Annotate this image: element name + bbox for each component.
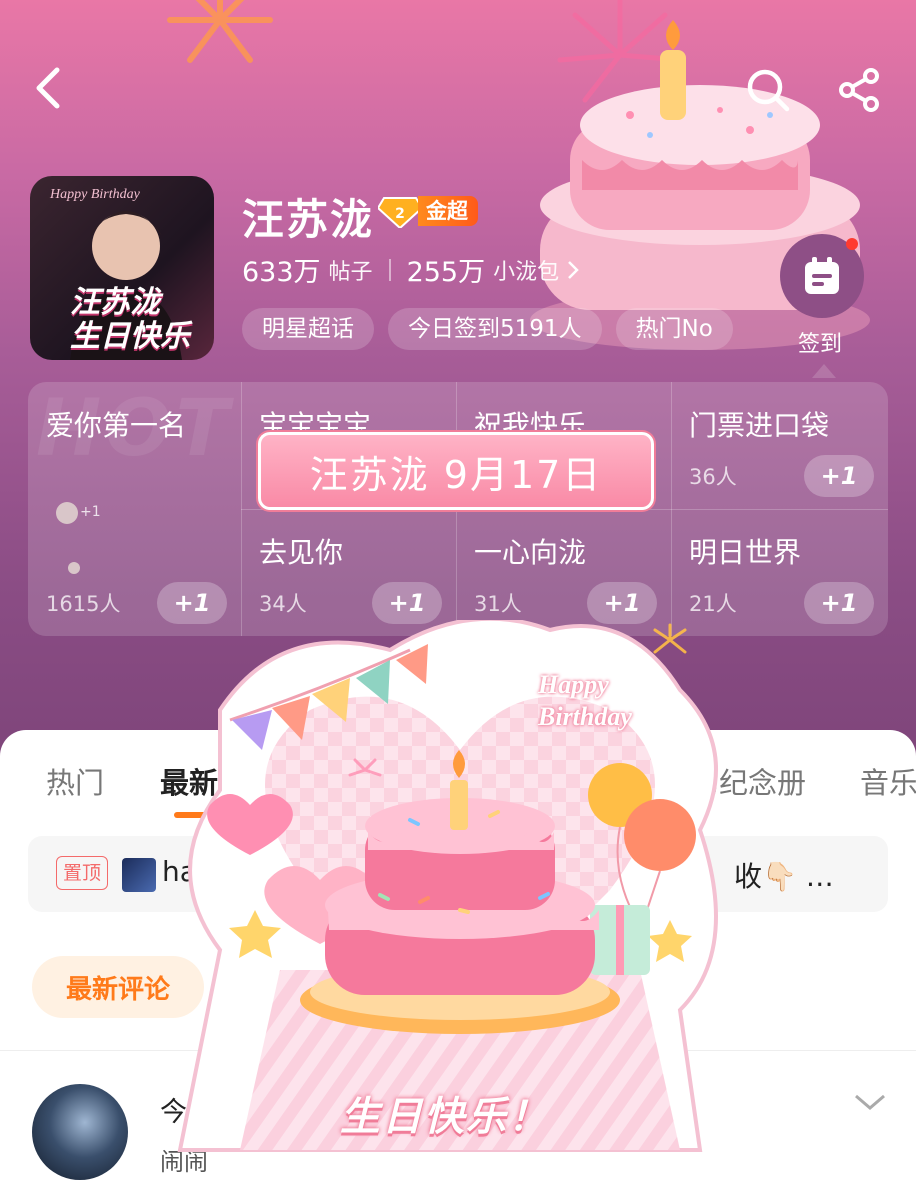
share-button[interactable]	[832, 62, 888, 118]
tab-music[interactable]: 音乐	[860, 760, 916, 802]
svg-text:2: 2	[395, 206, 405, 222]
mini-plus: +1	[80, 504, 101, 520]
phrase-count: 36人	[689, 465, 737, 489]
phrase-name: 爱你第一名	[46, 409, 187, 442]
avatar-text: 汪苏泷 生日快乐	[70, 285, 190, 354]
svg-text:Happy Birthday: Happy Birthday	[49, 187, 141, 202]
tag-checkin-count[interactable]: 今日签到5191人	[388, 308, 602, 350]
phrase-count: 1615人	[46, 592, 121, 616]
pinned-tag: 置顶	[56, 856, 109, 890]
tag-star-topic[interactable]: 明星超话	[242, 308, 374, 350]
topic-stats: 633万 帖子 255万 小泷包	[242, 250, 581, 289]
calendar-icon	[805, 257, 839, 294]
notification-dot	[846, 238, 858, 250]
page-title: 汪苏泷	[242, 195, 375, 244]
avatar[interactable]	[32, 1084, 128, 1180]
checkin-label: 签到	[798, 332, 843, 357]
level-badge: 2 金超	[378, 194, 478, 228]
posts-label: 帖子	[328, 259, 373, 285]
stats-divider	[388, 258, 391, 281]
fans-label[interactable]: 小泷包	[493, 254, 559, 286]
plus-one-button[interactable]: +1	[804, 455, 874, 497]
pointer-triangle	[812, 364, 836, 378]
birthday-popup[interactable]: Happy Birthday 生日快乐！	[160, 616, 760, 1180]
plus-one-button[interactable]: +1	[157, 582, 227, 624]
share-icon	[839, 68, 879, 112]
topic-tags: 明星超话 今日签到5191人 热门No	[242, 308, 770, 352]
popup-message: 生日快乐！	[340, 1094, 550, 1140]
birthday-date-chip: 汪苏泷 9月17日	[258, 432, 654, 510]
tab-hot[interactable]: 热门	[46, 760, 104, 802]
popup-birthday-text: Birthday	[538, 702, 632, 731]
phrase-name: 明日世界	[689, 536, 802, 569]
phrase-cell[interactable]: 爱你第一名 +1 1615人 +1	[28, 382, 241, 636]
phrase-cell[interactable]: 门票进口袋 36人 +1	[671, 382, 888, 509]
back-button[interactable]	[20, 60, 76, 116]
phrase-count: 21人	[689, 592, 737, 616]
plus-one-button[interactable]: +1	[372, 582, 442, 624]
phrase-cell[interactable]: 去见你 34人 +1	[241, 509, 456, 636]
phrase-count: 31人	[474, 592, 522, 616]
plus-one-button[interactable]: +1	[587, 582, 657, 624]
firework-decoration	[167, 0, 273, 63]
popup-happy-text: Happy	[538, 670, 609, 699]
posts-count: 633万	[242, 257, 321, 288]
chevron-right-icon	[568, 260, 579, 279]
chevron-left-icon	[36, 67, 60, 109]
search-icon	[747, 69, 790, 112]
mini-avatar	[68, 562, 80, 574]
phrase-name: 一心向泷	[474, 536, 587, 569]
fans-count[interactable]: 255万	[407, 250, 486, 289]
phrase-name: 门票进口袋	[689, 409, 830, 442]
tag-hot-rank[interactable]: 热门No	[615, 308, 733, 350]
phrase-cell[interactable]: 明日世界 21人 +1	[671, 509, 888, 636]
phrase-count: 34人	[259, 592, 307, 616]
diamond-icon: 2	[378, 197, 422, 228]
plus-one-button[interactable]: +1	[804, 582, 874, 624]
checkin-button[interactable]	[780, 234, 864, 318]
badge-label: 金超	[418, 196, 478, 226]
search-button[interactable]	[740, 62, 796, 118]
topic-avatar[interactable]: Happy Birthday 汪苏泷 生日快乐	[30, 176, 214, 360]
pinned-thumbnail	[122, 858, 156, 892]
mini-avatar	[56, 502, 78, 524]
phrase-cell[interactable]: 一心向泷 31人 +1	[456, 509, 671, 636]
chevron-down-icon[interactable]	[852, 1090, 888, 1114]
phrase-name: 去见你	[259, 536, 344, 569]
